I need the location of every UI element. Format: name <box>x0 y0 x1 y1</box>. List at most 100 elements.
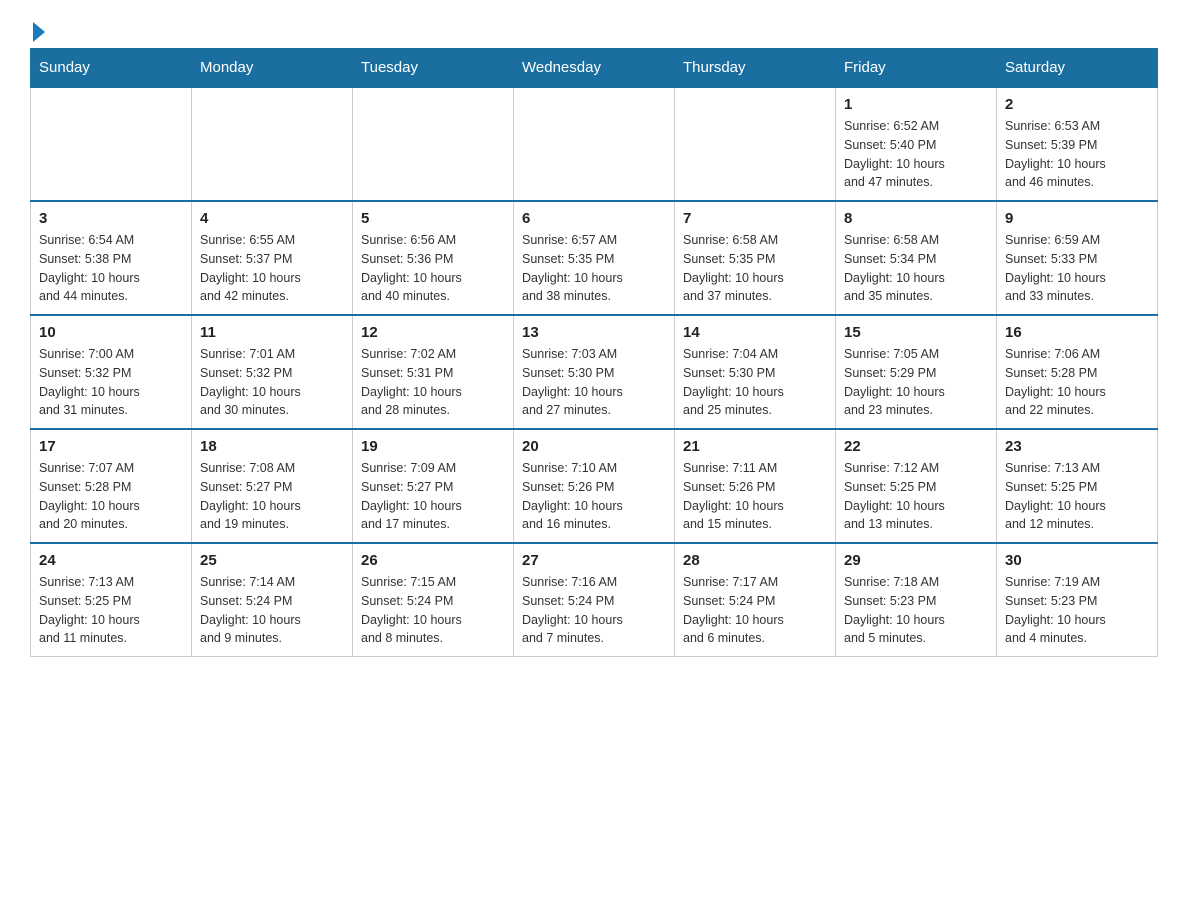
weekday-header-row: SundayMondayTuesdayWednesdayThursdayFrid… <box>31 49 1158 88</box>
logo <box>30 20 45 38</box>
calendar-cell <box>353 87 514 201</box>
calendar-cell: 27 Sunrise: 7:16 AMSunset: 5:24 PMDayligh… <box>514 543 675 657</box>
day-info: Sunrise: 7:18 AMSunset: 5:23 PMDaylight:… <box>844 573 988 648</box>
day-number: 10 <box>39 324 183 341</box>
calendar-cell: 9Sunrise: 6:59 AMSunset: 5:33 PMDaylight… <box>997 201 1158 315</box>
calendar-cell: 25 Sunrise: 7:14 AMSunset: 5:24 PMDayligh… <box>192 543 353 657</box>
day-info: Sunrise: 7:12 AMSunset: 5:25 PMDaylight:… <box>844 459 988 534</box>
day-number: 28 <box>683 552 827 569</box>
calendar-cell: 30 Sunrise: 7:19 AMSunset: 5:23 PMDayligh… <box>997 543 1158 657</box>
calendar-cell: 14Sunrise: 7:04 AMSunset: 5:30 PMDayligh… <box>675 315 836 429</box>
day-number: 18 <box>200 438 344 455</box>
logo-arrow-icon <box>33 22 45 42</box>
calendar-cell: 4Sunrise: 6:55 AMSunset: 5:37 PMDaylight… <box>192 201 353 315</box>
day-info: Sunrise: 7:10 AMSunset: 5:26 PMDaylight:… <box>522 459 666 534</box>
logo-top <box>30 20 45 42</box>
calendar-cell: 18 Sunrise: 7:08 AMSunset: 5:27 PMDayligh… <box>192 429 353 543</box>
day-info: Sunrise: 7:14 AMSunset: 5:24 PMDaylight:… <box>200 573 344 648</box>
day-number: 20 <box>522 438 666 455</box>
day-number: 23 <box>1005 438 1149 455</box>
day-number: 11 <box>200 324 344 341</box>
week-row-1: 1 Sunrise: 6:52 AMSunset: 5:40 PMDaylight… <box>31 87 1158 201</box>
calendar-cell: 8Sunrise: 6:58 AMSunset: 5:34 PMDaylight… <box>836 201 997 315</box>
header-tuesday: Tuesday <box>353 49 514 88</box>
calendar-cell: 20 Sunrise: 7:10 AMSunset: 5:26 PMDayligh… <box>514 429 675 543</box>
day-info: Sunrise: 6:58 AMSunset: 5:34 PMDaylight:… <box>844 231 988 306</box>
day-info: Sunrise: 7:16 AMSunset: 5:24 PMDaylight:… <box>522 573 666 648</box>
calendar-cell: 24 Sunrise: 7:13 AMSunset: 5:25 PMDayligh… <box>31 543 192 657</box>
day-number: 14 <box>683 324 827 341</box>
calendar-table: SundayMondayTuesdayWednesdayThursdayFrid… <box>30 48 1158 657</box>
week-row-2: 3Sunrise: 6:54 AMSunset: 5:38 PMDaylight… <box>31 201 1158 315</box>
calendar-cell: 15 Sunrise: 7:05 AMSunset: 5:29 PMDayligh… <box>836 315 997 429</box>
calendar-cell: 16 Sunrise: 7:06 AMSunset: 5:28 PMDayligh… <box>997 315 1158 429</box>
day-info: Sunrise: 7:13 AMSunset: 5:25 PMDaylight:… <box>39 573 183 648</box>
calendar-cell: 23 Sunrise: 7:13 AMSunset: 5:25 PMDayligh… <box>997 429 1158 543</box>
day-info: Sunrise: 6:53 AMSunset: 5:39 PMDaylight:… <box>1005 117 1149 192</box>
day-info: Sunrise: 7:05 AMSunset: 5:29 PMDaylight:… <box>844 345 988 420</box>
day-number: 6 <box>522 210 666 227</box>
day-number: 9 <box>1005 210 1149 227</box>
day-info: Sunrise: 6:57 AMSunset: 5:35 PMDaylight:… <box>522 231 666 306</box>
day-number: 29 <box>844 552 988 569</box>
day-info: Sunrise: 7:19 AMSunset: 5:23 PMDaylight:… <box>1005 573 1149 648</box>
day-info: Sunrise: 7:06 AMSunset: 5:28 PMDaylight:… <box>1005 345 1149 420</box>
day-info: Sunrise: 6:58 AMSunset: 5:35 PMDaylight:… <box>683 231 827 306</box>
day-number: 25 <box>200 552 344 569</box>
calendar-cell: 1 Sunrise: 6:52 AMSunset: 5:40 PMDaylight… <box>836 87 997 201</box>
calendar-cell: 12 Sunrise: 7:02 AMSunset: 5:31 PMDayligh… <box>353 315 514 429</box>
day-number: 16 <box>1005 324 1149 341</box>
header-thursday: Thursday <box>675 49 836 88</box>
calendar-cell: 10Sunrise: 7:00 AMSunset: 5:32 PMDayligh… <box>31 315 192 429</box>
week-row-5: 24 Sunrise: 7:13 AMSunset: 5:25 PMDayligh… <box>31 543 1158 657</box>
day-number: 4 <box>200 210 344 227</box>
calendar-cell: 6 Sunrise: 6:57 AMSunset: 5:35 PMDaylight… <box>514 201 675 315</box>
day-number: 2 <box>1005 96 1149 113</box>
day-info: Sunrise: 6:56 AMSunset: 5:36 PMDaylight:… <box>361 231 505 306</box>
day-info: Sunrise: 7:15 AMSunset: 5:24 PMDaylight:… <box>361 573 505 648</box>
calendar-cell <box>675 87 836 201</box>
calendar-cell: 22 Sunrise: 7:12 AMSunset: 5:25 PMDayligh… <box>836 429 997 543</box>
calendar-cell: 2 Sunrise: 6:53 AMSunset: 5:39 PMDaylight… <box>997 87 1158 201</box>
day-info: Sunrise: 6:52 AMSunset: 5:40 PMDaylight:… <box>844 117 988 192</box>
day-info: Sunrise: 7:02 AMSunset: 5:31 PMDaylight:… <box>361 345 505 420</box>
header-wednesday: Wednesday <box>514 49 675 88</box>
day-number: 13 <box>522 324 666 341</box>
calendar-cell: 29 Sunrise: 7:18 AMSunset: 5:23 PMDayligh… <box>836 543 997 657</box>
day-number: 7 <box>683 210 827 227</box>
day-info: Sunrise: 7:08 AMSunset: 5:27 PMDaylight:… <box>200 459 344 534</box>
day-number: 17 <box>39 438 183 455</box>
day-number: 21 <box>683 438 827 455</box>
day-number: 12 <box>361 324 505 341</box>
calendar-cell: 7 Sunrise: 6:58 AMSunset: 5:35 PMDaylight… <box>675 201 836 315</box>
day-number: 27 <box>522 552 666 569</box>
calendar-cell: 13Sunrise: 7:03 AMSunset: 5:30 PMDayligh… <box>514 315 675 429</box>
header-friday: Friday <box>836 49 997 88</box>
header-sunday: Sunday <box>31 49 192 88</box>
calendar-cell: 3Sunrise: 6:54 AMSunset: 5:38 PMDaylight… <box>31 201 192 315</box>
calendar-cell: 28Sunrise: 7:17 AMSunset: 5:24 PMDayligh… <box>675 543 836 657</box>
day-number: 5 <box>361 210 505 227</box>
header-saturday: Saturday <box>997 49 1158 88</box>
day-number: 22 <box>844 438 988 455</box>
day-number: 26 <box>361 552 505 569</box>
calendar-cell: 11 Sunrise: 7:01 AMSunset: 5:32 PMDayligh… <box>192 315 353 429</box>
day-info: Sunrise: 7:01 AMSunset: 5:32 PMDaylight:… <box>200 345 344 420</box>
calendar-cell <box>31 87 192 201</box>
day-number: 24 <box>39 552 183 569</box>
page-header <box>30 20 1158 38</box>
calendar-cell: 21 Sunrise: 7:11 AMSunset: 5:26 PMDayligh… <box>675 429 836 543</box>
calendar-cell: 19Sunrise: 7:09 AMSunset: 5:27 PMDayligh… <box>353 429 514 543</box>
day-number: 1 <box>844 96 988 113</box>
day-info: Sunrise: 7:11 AMSunset: 5:26 PMDaylight:… <box>683 459 827 534</box>
day-info: Sunrise: 6:54 AMSunset: 5:38 PMDaylight:… <box>39 231 183 306</box>
day-number: 30 <box>1005 552 1149 569</box>
calendar-cell: 17 Sunrise: 7:07 AMSunset: 5:28 PMDayligh… <box>31 429 192 543</box>
week-row-4: 17 Sunrise: 7:07 AMSunset: 5:28 PMDayligh… <box>31 429 1158 543</box>
calendar-cell <box>192 87 353 201</box>
day-info: Sunrise: 7:07 AMSunset: 5:28 PMDaylight:… <box>39 459 183 534</box>
day-number: 15 <box>844 324 988 341</box>
day-info: Sunrise: 7:09 AMSunset: 5:27 PMDaylight:… <box>361 459 505 534</box>
day-info: Sunrise: 7:13 AMSunset: 5:25 PMDaylight:… <box>1005 459 1149 534</box>
calendar-cell: 26 Sunrise: 7:15 AMSunset: 5:24 PMDayligh… <box>353 543 514 657</box>
